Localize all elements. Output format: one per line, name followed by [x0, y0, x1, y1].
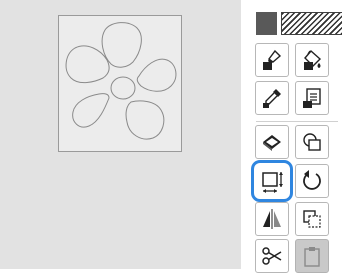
petal-top — [101, 22, 142, 68]
tool-panel — [241, 0, 342, 273]
rotate-icon — [303, 170, 321, 190]
cut-button[interactable] — [255, 239, 289, 273]
flip-horizontal-icon — [263, 209, 281, 229]
eraser-button[interactable] — [255, 125, 289, 159]
petal-bottom-right — [125, 100, 165, 140]
rotate-button[interactable] — [295, 164, 329, 198]
shape-select-icon — [303, 133, 321, 151]
fill-button[interactable] — [295, 43, 329, 77]
paste-button[interactable] — [295, 239, 329, 273]
artboard[interactable] — [58, 15, 182, 152]
solid-color-swatch[interactable] — [256, 12, 277, 35]
resize-icon — [262, 172, 283, 193]
line-brush-button[interactable] — [255, 43, 289, 77]
petal-left — [65, 45, 110, 84]
toolbar-divider — [256, 121, 338, 122]
pattern-swatch[interactable] — [281, 12, 342, 35]
stamp-icon — [303, 88, 321, 108]
flower-outline — [65, 22, 177, 140]
select-shape-button[interactable] — [295, 125, 329, 159]
flower-center — [110, 76, 136, 100]
eyedropper-icon — [263, 89, 281, 108]
paint-bucket-icon — [304, 50, 322, 70]
stamp-button[interactable] — [295, 81, 329, 115]
resize-button[interactable] — [251, 160, 293, 202]
eyedropper-button[interactable] — [255, 81, 289, 115]
scissors-icon — [262, 247, 282, 265]
drawing-canvas[interactable] — [0, 0, 241, 269]
duplicate-icon — [303, 210, 321, 228]
petal-bottom-left — [72, 93, 110, 128]
flip-button[interactable] — [255, 202, 289, 236]
petal-right — [136, 58, 177, 92]
duplicate-button[interactable] — [295, 202, 329, 236]
clipboard-icon — [304, 247, 320, 267]
eraser-icon — [263, 135, 281, 151]
paint-brush-icon — [263, 49, 282, 70]
